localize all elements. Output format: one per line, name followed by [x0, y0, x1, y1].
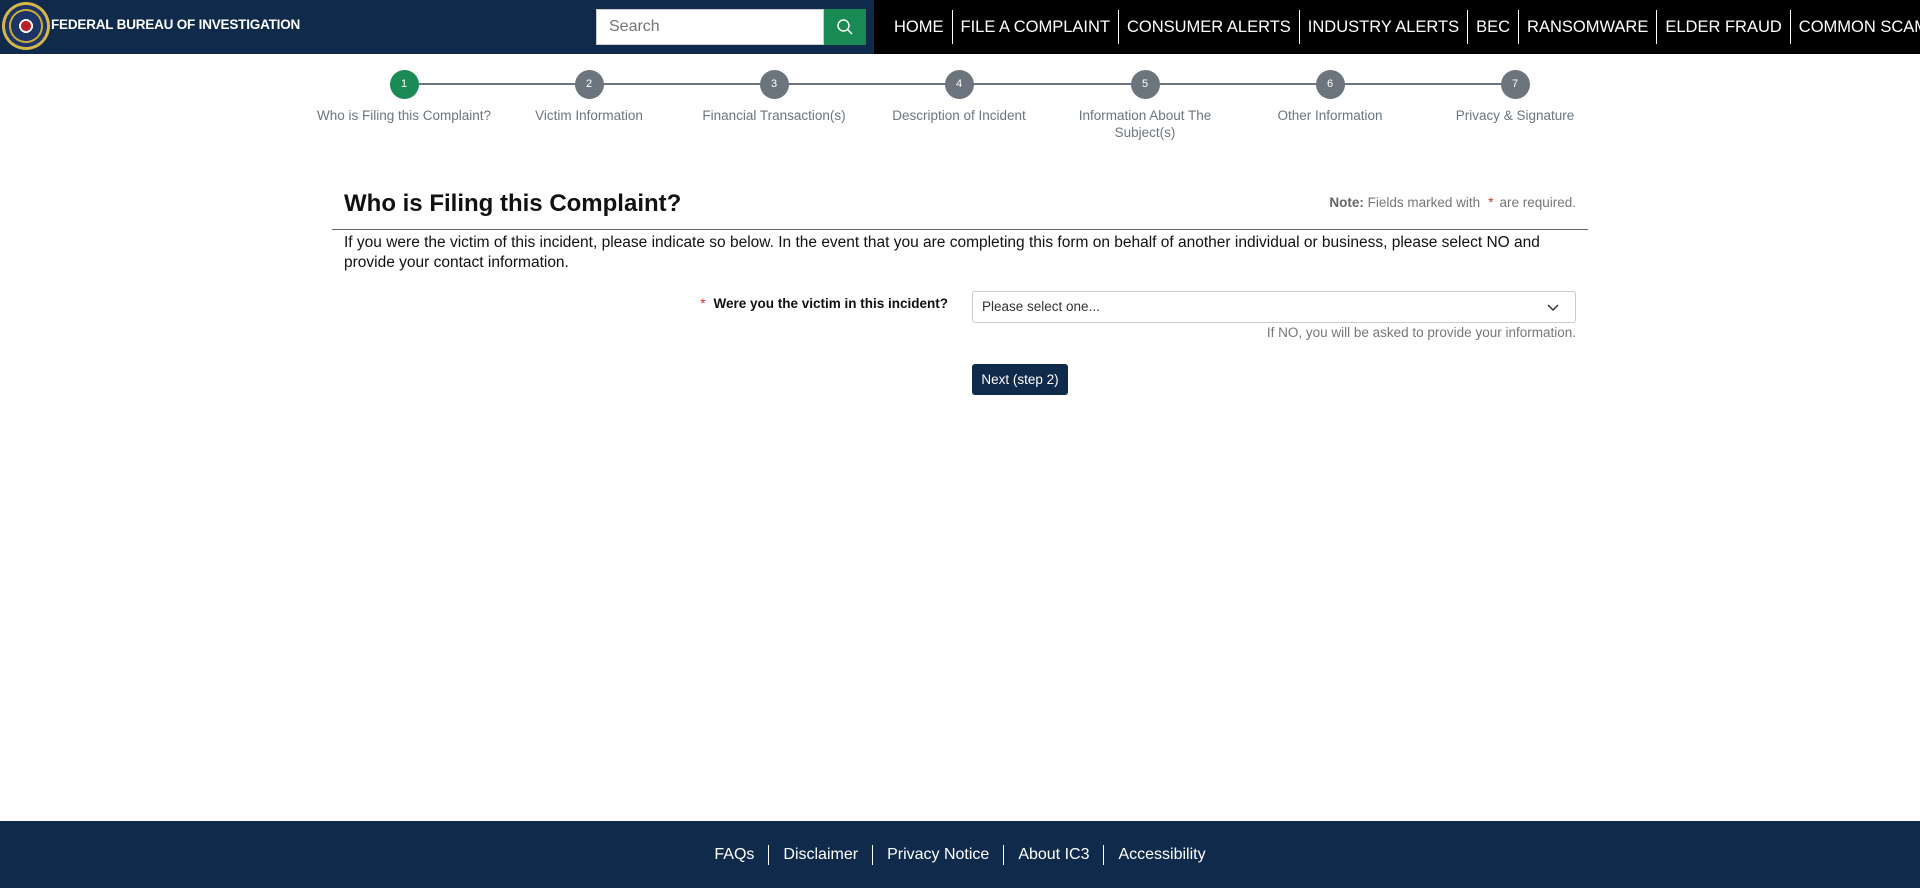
intro-text: If you were the victim of this incident,… [344, 234, 1540, 271]
page-title: Who is Filing this Complaint? [344, 190, 682, 217]
footer-link-about-ic3[interactable]: About IC3 [1004, 844, 1105, 865]
step-circle: 1 [389, 70, 419, 99]
step-7: 7 Privacy & Signature [1425, 70, 1605, 124]
step-4: 4 Description of Incident [869, 70, 1049, 124]
victim-question-label: * Were you the victim in this incident? [700, 296, 948, 311]
step-5: 5 Information About The Subject(s) [1055, 70, 1235, 141]
progress-stepper: 1 Who is Filing this Complaint? 2 Victim I… [0, 0, 1920, 150]
chevron-down-icon [1547, 304, 1559, 312]
step-1: 1 Who is Filing this Complaint? [314, 70, 494, 124]
site-footer: FAQs Disclaimer Privacy Notice About IC3… [0, 821, 1920, 888]
note-text: Fields marked with [1367, 195, 1481, 210]
required-asterisk: * [700, 296, 706, 311]
required-note: Note: Fields marked with * are required. [1329, 195, 1576, 210]
footer-link-accessibility[interactable]: Accessibility [1104, 845, 1219, 865]
step-label: Financial Transaction(s) [702, 108, 846, 123]
step-label: Information About The Subject(s) [1078, 108, 1212, 140]
step-2: 2 Victim Information [499, 70, 679, 124]
question-text: Were you the victim in this incident? [713, 296, 948, 311]
select-hint: If NO, you will be asked to provide your… [1266, 325, 1576, 340]
note-suffix: are required. [1499, 195, 1576, 210]
step-circle: 5 [1130, 70, 1160, 99]
required-asterisk: * [1488, 195, 1494, 210]
step-circle: 7 [1500, 70, 1530, 99]
divider [332, 229, 1588, 230]
note-label: Note: [1329, 195, 1364, 210]
step-label: Victim Information [535, 108, 643, 123]
step-3: 3 Financial Transaction(s) [684, 70, 864, 124]
step-6: 6 Other Information [1240, 70, 1420, 124]
step-circle: 2 [574, 70, 604, 99]
step-circle: 3 [759, 70, 789, 99]
footer-link-faqs[interactable]: FAQs [700, 844, 770, 865]
step-circle: 6 [1315, 70, 1345, 99]
step-label: Who is Filing this Complaint? [316, 108, 492, 123]
victim-select[interactable]: Please select one... [972, 291, 1576, 323]
select-value: Please select one... [982, 299, 1100, 314]
next-step-button[interactable]: Next (step 2) [972, 364, 1068, 395]
step-label: Description of Incident [892, 108, 1026, 123]
step-label: Privacy & Signature [1455, 108, 1575, 123]
step-label: Other Information [1277, 108, 1383, 123]
footer-link-privacy-notice[interactable]: Privacy Notice [873, 844, 1005, 865]
step-circle: 4 [944, 70, 974, 99]
footer-link-disclaimer[interactable]: Disclaimer [769, 844, 874, 865]
